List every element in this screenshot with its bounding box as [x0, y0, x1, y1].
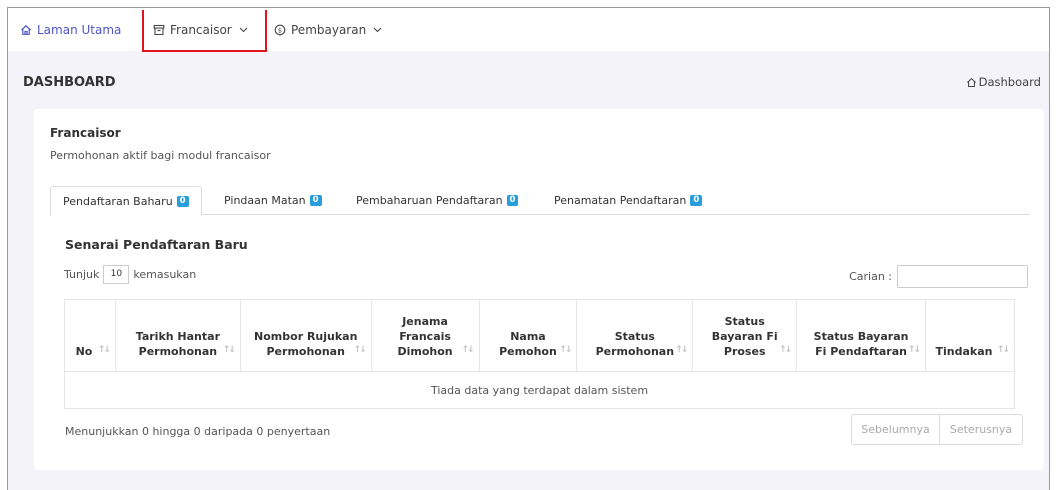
page-length-control: Tunjuk 10 kemasukan: [64, 265, 196, 284]
table-info: Menunjukkan 0 hingga 0 daripada 0 penyer…: [65, 425, 331, 438]
column-header-nombor-rujukan[interactable]: Nombor Rujukan Permohonan ↑↓: [239, 299, 372, 372]
page-length-select[interactable]: 10: [103, 265, 130, 284]
length-suffix: kemasukan: [133, 268, 197, 281]
length-prefix: Tunjuk: [64, 268, 100, 281]
home-icon: [20, 24, 32, 36]
nav-pembayaran-label: Pembayaran: [291, 22, 367, 37]
count-badge: 0: [690, 195, 703, 206]
tab-label: Pindaan Matan: [224, 194, 306, 207]
sort-icon: ↑↓: [675, 345, 688, 355]
home-icon: [966, 77, 977, 88]
tab-label: Penamatan Pendaftaran: [554, 194, 687, 207]
sort-icon: ↑↓: [353, 345, 367, 355]
sort-icon: ↑↓: [222, 345, 236, 355]
top-navbar: Laman Utama Francaisor $ Pembayaran: [8, 8, 1049, 52]
column-header-status-permohonan[interactable]: Status Permohonan ↑↓: [576, 299, 694, 372]
nav-item-francaisor[interactable]: Francaisor: [142, 10, 267, 52]
dollar-circle-icon: $: [274, 24, 286, 36]
breadcrumb-label: Dashboard: [978, 75, 1041, 89]
nav-item-pembayaran[interactable]: $ Pembayaran: [274, 8, 382, 51]
empty-table-message: Tiada data yang terdapat dalam sistem: [64, 371, 1015, 409]
tab-bar: Pendaftaran Baharu 0 Pindaan Matan 0 Pem…: [50, 186, 1030, 216]
table-row: Tiada data yang terdapat dalam sistem: [64, 371, 1015, 409]
sort-icon: ↑↓: [907, 345, 921, 355]
sort-icon: ↑↓: [779, 345, 792, 355]
data-table: No ↑↓ Tarikh Hantar Permohonan ↑↓ Nombor …: [64, 299, 1016, 409]
tab-label: Pendaftaran Baharu: [63, 194, 173, 208]
column-header-tarikh-hantar[interactable]: Tarikh Hantar Permohonan ↑↓: [114, 299, 241, 372]
chevron-down-icon: [373, 27, 382, 33]
nav-item-home[interactable]: Laman Utama: [8, 8, 121, 51]
next-page-button[interactable]: Seterusnya: [940, 414, 1023, 445]
table-header-row: No ↑↓ Tarikh Hantar Permohonan ↑↓ Nombor …: [64, 299, 1016, 372]
column-header-nama-pemohon[interactable]: Nama Pemohon ↑↓: [478, 299, 578, 372]
breadcrumb[interactable]: Dashboard: [966, 75, 1041, 89]
column-header-status-bayaran-pendaftaran[interactable]: Status Bayaran Fi Pendaftaran ↑↓: [796, 299, 926, 372]
column-header-status-bayaran-proses[interactable]: Status Bayaran Fi Proses ↑↓: [692, 299, 798, 372]
previous-page-button[interactable]: Sebelumnya: [851, 414, 940, 445]
page-title: DASHBOARD: [23, 75, 116, 90]
sort-icon: ↑↓: [461, 345, 474, 355]
tab-label: Pembaharuan Pendaftaran: [356, 194, 503, 207]
column-header-no[interactable]: No ↑↓: [64, 299, 116, 372]
search-label: Carian :: [849, 270, 892, 283]
sort-icon: ↑↓: [97, 345, 111, 355]
chevron-down-icon: [239, 27, 248, 33]
sort-icon: ↑↓: [559, 345, 572, 355]
sort-icon: ↑↓: [996, 345, 1010, 355]
tab-pindaan-matan[interactable]: Pindaan Matan 0: [212, 186, 334, 215]
nav-home-label: Laman Utama: [37, 22, 122, 37]
app-frame: Laman Utama Francaisor $ Pembayaran DASH…: [7, 7, 1050, 490]
section-title: Senarai Pendaftaran Baru: [65, 237, 248, 252]
francaisor-card: Francaisor Permohonan aktif bagi modul f…: [34, 109, 1044, 470]
card-title: Francaisor: [50, 126, 121, 140]
svg-text:$: $: [278, 26, 282, 34]
tab-pembaharuan-pendaftaran[interactable]: Pembaharuan Pendaftaran 0: [344, 186, 530, 215]
count-badge: 0: [309, 195, 322, 206]
search-control: Carian :: [849, 265, 1028, 288]
pagination: Sebelumnya Seterusnya: [851, 414, 1023, 445]
card-subtitle: Permohonan aktif bagi modul francaisor: [50, 149, 271, 162]
search-input[interactable]: [897, 265, 1028, 288]
count-badge: 0: [506, 195, 519, 206]
tab-pendaftaran-baharu[interactable]: Pendaftaran Baharu 0: [50, 186, 202, 216]
column-header-jenama-francais[interactable]: Jenama Francais Dimohon ↑↓: [370, 299, 480, 372]
column-header-tindakan[interactable]: Tindakan ↑↓: [924, 299, 1016, 372]
archive-icon: [153, 24, 165, 36]
count-badge: 0: [176, 195, 189, 207]
tab-penamatan-pendaftaran[interactable]: Penamatan Pendaftaran 0: [542, 186, 714, 215]
nav-francaisor-label: Francaisor: [170, 23, 232, 37]
